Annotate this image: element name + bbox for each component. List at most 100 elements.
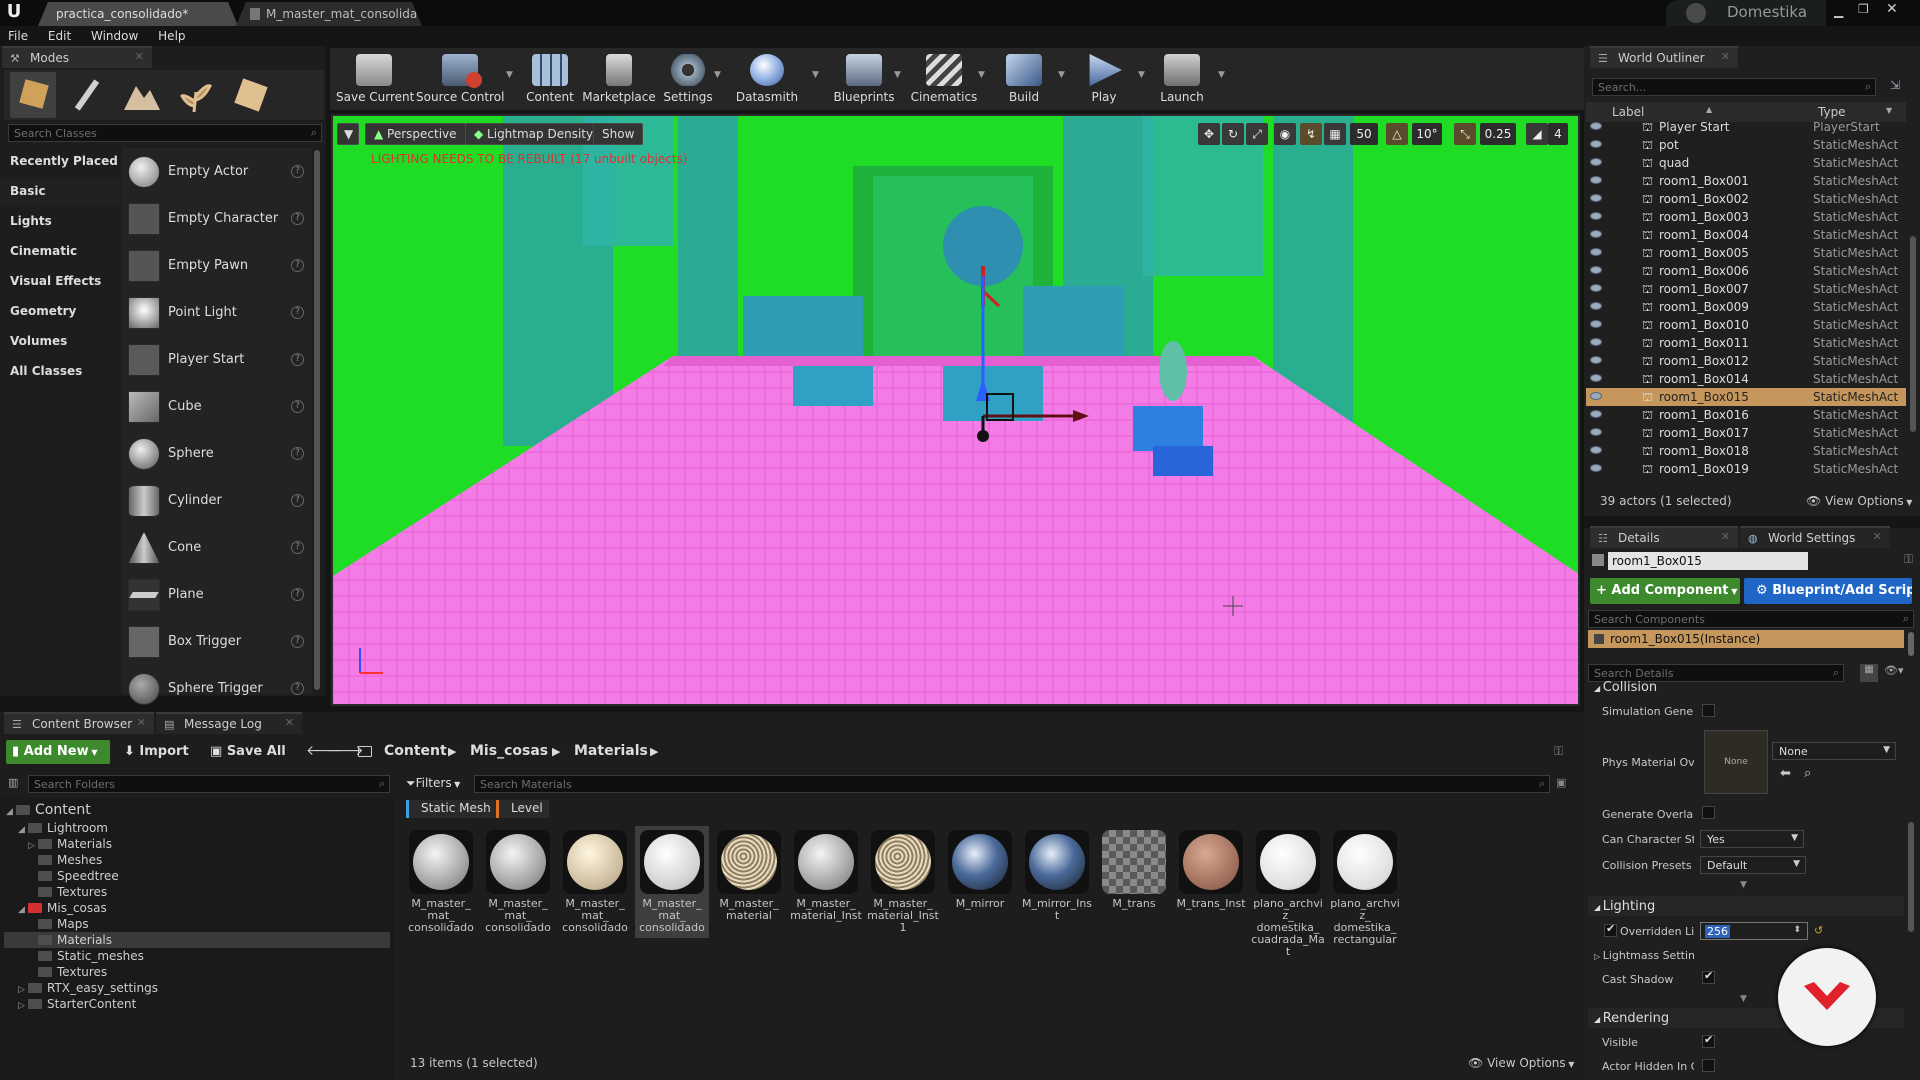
category-lights[interactable]: Lights (0, 208, 120, 236)
component-instance-row[interactable]: room1_Box015(Instance) (1588, 630, 1904, 648)
tab-message-log[interactable]: ▤ Message Log ✕ (156, 712, 302, 734)
lock-icon[interactable]: ⚿ (1554, 744, 1563, 759)
angle-value[interactable]: 10° (1412, 123, 1442, 145)
menu-edit[interactable]: Edit (40, 26, 79, 43)
eye-icon[interactable] (1590, 230, 1602, 238)
eye-icon[interactable] (1590, 320, 1602, 328)
breadcrumb-materials[interactable]: Materials (574, 743, 648, 759)
place-point-light[interactable]: Point Light? (124, 291, 308, 335)
place-empty-actor[interactable]: Empty Actor? (124, 150, 308, 194)
outliner-row[interactable]: ⛫ quad StaticMeshActor (1586, 154, 1906, 172)
view-mode-button[interactable]: ◆ Lightmap Density (465, 123, 603, 145)
actor-name-field[interactable]: room1_Box015 (1608, 552, 1808, 570)
add-new-button[interactable]: ▮ Add New ▼ (6, 740, 110, 764)
outliner-row[interactable]: ⛫ room1_Box016 StaticMeshActor (1586, 406, 1906, 424)
section-collision[interactable]: ◢ Collision (1588, 680, 1904, 696)
place-sphere[interactable]: Sphere? (124, 432, 308, 476)
content-view-options[interactable]: 👁 View Options ▼ (1468, 1056, 1574, 1070)
filters-button[interactable]: ⏷Filters ▼ (406, 776, 460, 791)
tree-lightroom[interactable]: ◢ Lightroom (18, 821, 108, 837)
outliner-row[interactable]: ⛫ room1_Box004 StaticMeshActor (1586, 226, 1906, 244)
surface-snap-icon[interactable]: ↯ (1300, 123, 1322, 145)
place-box-trigger[interactable]: Box Trigger? (124, 620, 308, 664)
details-scrollbar[interactable] (1908, 822, 1914, 932)
grid-value[interactable]: 50 (1350, 123, 1378, 145)
eye-icon[interactable] (1590, 248, 1602, 256)
chevron-down-icon[interactable]: ▼ (1218, 70, 1225, 80)
category-volumes[interactable]: Volumes (0, 328, 120, 356)
eye-icon[interactable] (1590, 356, 1602, 364)
eye-icon[interactable] (1590, 428, 1602, 436)
grid-snap-icon[interactable]: ▦ (1324, 123, 1346, 145)
help-icon[interactable]: ? (291, 494, 304, 507)
asset-tile[interactable]: plano_archviz_ domestika_ rectangular (1328, 826, 1402, 946)
tree-mis-cosas[interactable]: ◢ Mis_cosas (18, 901, 107, 917)
cast-shadow-checkbox[interactable] (1702, 969, 1715, 984)
generate-overlap-checkbox[interactable] (1702, 806, 1715, 819)
section-lighting[interactable]: ◢ Lighting (1588, 896, 1904, 916)
viewport-options-button[interactable]: ▼ (337, 123, 359, 145)
scale-snap-icon[interactable]: ⤡ (1454, 123, 1476, 145)
outliner-search-input[interactable]: Search... ⌕ (1592, 78, 1876, 96)
chevron-down-icon[interactable]: ▼ (812, 70, 819, 80)
tree-static-meshes[interactable]: Static_meshes (38, 949, 144, 965)
rotate-icon[interactable]: ↻ (1222, 123, 1244, 145)
help-icon[interactable]: ? (291, 353, 304, 366)
save-search-icon[interactable]: ▣ (1556, 776, 1566, 789)
asset-tile[interactable]: M_master_ mat_ consolidado (481, 826, 555, 938)
asset-tile[interactable]: M_master_ material (712, 826, 786, 938)
source-control-button[interactable]: Source Control (416, 52, 504, 106)
viewport[interactable]: ▼ ▲ Perspective ◆ Lightmap Density Show … (331, 114, 1580, 706)
close-tab-icon[interactable]: ✕ (1721, 530, 1730, 543)
tree-content[interactable]: ◢ Content (6, 802, 91, 818)
help-icon[interactable]: ? (291, 259, 304, 272)
camera-speed-value[interactable]: 4 (1548, 123, 1568, 145)
geometry-mode-icon[interactable] (226, 72, 272, 118)
filter-tag-level[interactable]: Level (496, 800, 549, 818)
search-components-input[interactable]: Search Components ⌕ (1588, 610, 1914, 628)
outliner-row[interactable]: ⛫ room1_Box006 StaticMeshActor (1586, 262, 1906, 280)
column-label[interactable]: Label (1612, 105, 1644, 119)
expand-advanced-icon[interactable]: ▼ (1740, 994, 1747, 1004)
outliner-pin-icon[interactable]: ⇲ (1890, 78, 1900, 92)
add-component-button[interactable]: + Add Component ▼ (1590, 578, 1740, 604)
search-folders-input[interactable]: Search Folders ⌕ (28, 775, 390, 793)
phys-material-combo[interactable]: None ▼ (1772, 742, 1896, 760)
close-tab-icon[interactable]: ✕ (137, 716, 146, 729)
place-sphere-trigger[interactable]: Sphere Trigger? (124, 667, 308, 711)
asset-tile[interactable]: M_master_ material_Inst1 (866, 826, 940, 938)
chevron-down-icon[interactable]: ▼ (894, 70, 901, 80)
column-type[interactable]: Type (1818, 105, 1846, 119)
outliner-scrollbar[interactable] (1910, 236, 1916, 432)
chevron-down-icon[interactable]: ▼ (1886, 106, 1892, 115)
browse-icon[interactable]: ⌕ (1804, 766, 1811, 781)
maximize-icon[interactable]: ❐ (1858, 2, 1872, 16)
overridden-lightmap-checkbox[interactable] (1604, 922, 1617, 937)
minimize-icon[interactable]: ▁ (1834, 4, 1848, 18)
help-icon[interactable]: ? (291, 541, 304, 554)
help-icon[interactable]: ? (291, 400, 304, 413)
tree-mis-cosas-materials[interactable]: Materials (38, 933, 112, 949)
perspective-button[interactable]: ▲ Perspective (365, 123, 466, 145)
asset-tile[interactable]: M_master_ mat_ consolidado (404, 826, 478, 938)
blueprint-add-script-button[interactable]: ⚙ Blueprint/Add Script (1744, 578, 1912, 604)
outliner-row[interactable]: ⛫ room1_Box017 StaticMeshActor (1586, 424, 1906, 442)
outliner-view-options[interactable]: 👁 View Options ▼ (1806, 494, 1912, 508)
tab-modes[interactable]: ⚒ Modes ✕ (2, 46, 152, 68)
category-recently-placed[interactable]: Recently Placed (0, 148, 120, 176)
asset-tile[interactable]: M_master_ material_Inst (789, 826, 863, 938)
chevron-down-icon[interactable]: ▼ (978, 70, 985, 80)
lock-icon[interactable]: ⚿ (1904, 552, 1913, 567)
close-icon[interactable]: ✕ (1886, 1, 1900, 17)
eye-icon[interactable] (1590, 176, 1602, 184)
landscape-mode-icon[interactable] (118, 72, 164, 118)
close-tab-icon[interactable]: ✕ (135, 50, 144, 63)
camera-speed-icon[interactable]: ◢ (1526, 123, 1548, 145)
help-icon[interactable]: ? (291, 447, 304, 460)
chevron-down-icon[interactable]: ▼ (714, 70, 721, 80)
world-space-icon[interactable]: ◉ (1274, 123, 1296, 145)
tree-rtx-easy-settings[interactable]: ▷ RTX_easy_settings (18, 981, 158, 997)
expand-icon[interactable]: ▷ (1594, 952, 1603, 961)
paint-mode-icon[interactable] (64, 72, 110, 118)
reset-to-default-icon[interactable]: ↺ (1814, 924, 1823, 937)
